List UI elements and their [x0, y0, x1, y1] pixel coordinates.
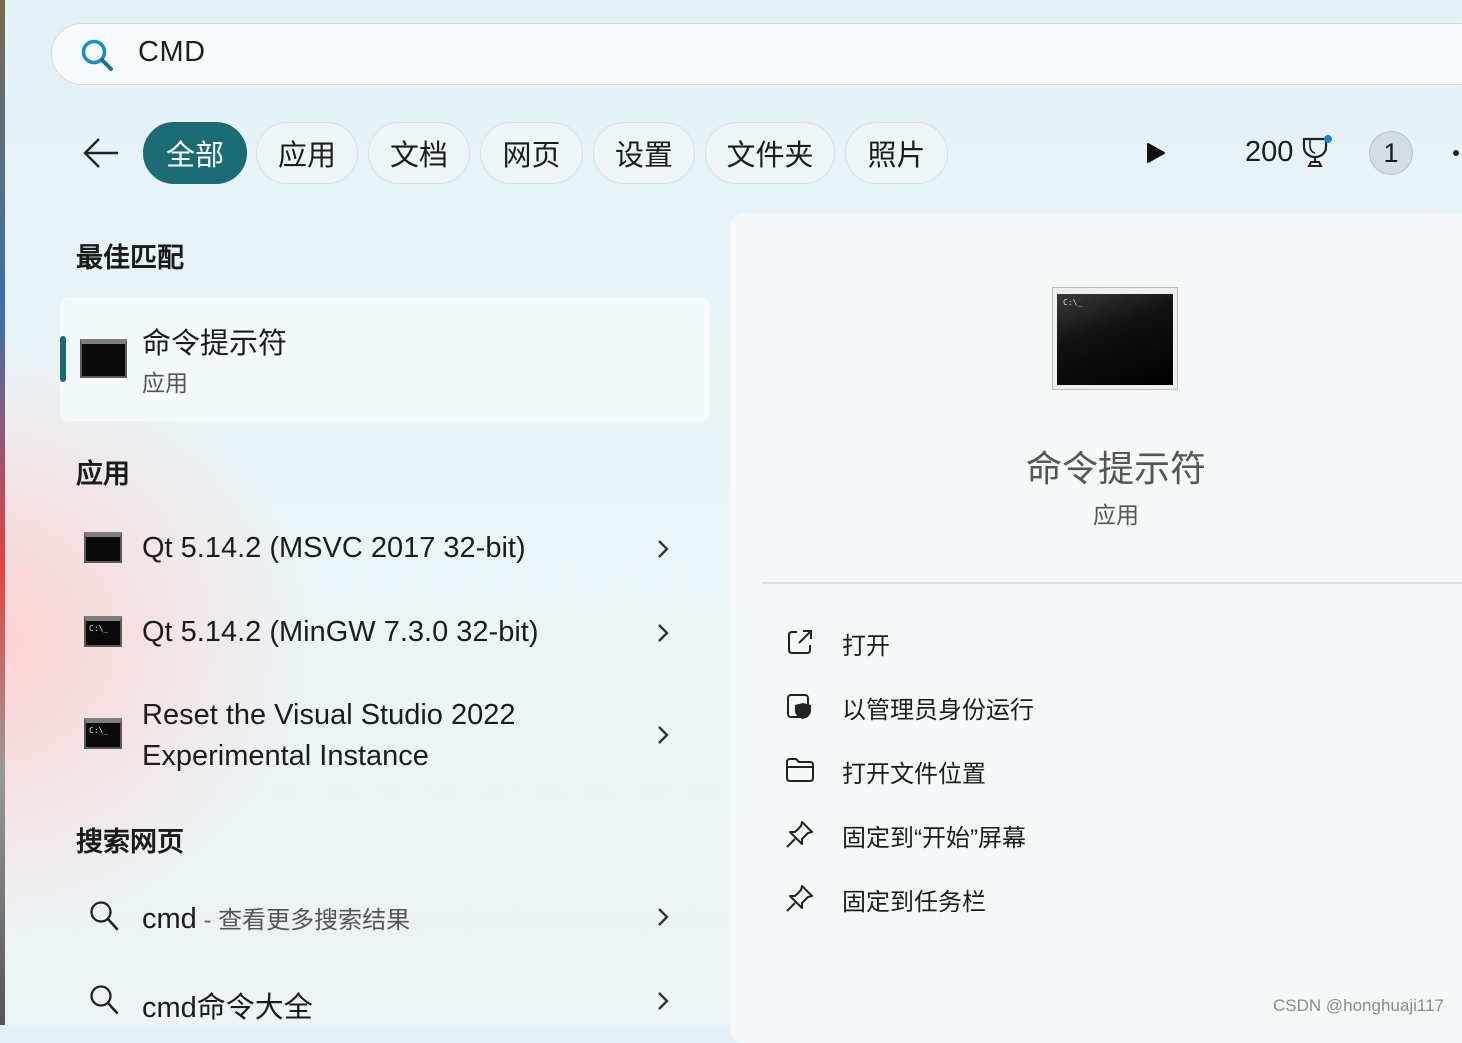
- search-input[interactable]: CMD: [138, 36, 206, 69]
- search-icon: [81, 39, 113, 71]
- web-result-hint: 查看更多搜索结果: [218, 907, 411, 934]
- action-pin-to-taskbar[interactable]: 固定到任务栏: [784, 878, 1384, 918]
- back-arrow-icon[interactable]: [82, 136, 120, 170]
- pin-icon: [786, 885, 813, 912]
- preview-subtitle: 应用: [1093, 502, 1139, 528]
- tab-photos[interactable]: 照片: [845, 122, 948, 184]
- tab-folders[interactable]: 文件夹: [705, 122, 835, 184]
- terminal-screen: C:\_: [1057, 294, 1173, 385]
- avatar[interactable]: 1: [1369, 131, 1413, 175]
- best-match-subtitle: 应用: [142, 370, 188, 396]
- chevron-right-icon[interactable]: [655, 990, 671, 1012]
- best-match-title: 命令提示符: [142, 328, 288, 360]
- vs-reset-icon: C:\_: [84, 718, 122, 749]
- web-result-query: cmd: [142, 903, 197, 935]
- web-result-separator: -: [196, 907, 219, 934]
- web-result-query: cmd命令大全: [142, 992, 313, 1024]
- action-label: 打开: [842, 633, 890, 660]
- apps-heading: 应用: [76, 459, 130, 489]
- app-item-qt-msvc[interactable]: Qt 5.14.2 (MSVC 2017 32-bit): [142, 528, 526, 568]
- qt-msvc-icon: [84, 532, 122, 563]
- more-options-icon[interactable]: [1453, 150, 1459, 156]
- tab-documents[interactable]: 文档: [368, 122, 470, 184]
- app-item-vs-reset-line2[interactable]: Experimental Instance: [142, 736, 429, 776]
- chevron-right-icon[interactable]: [655, 538, 671, 560]
- watermark: CSDN @honghuaji117: [1273, 996, 1444, 1015]
- action-run-as-admin[interactable]: 以管理员身份运行: [784, 686, 1384, 726]
- web-result-cmd-commands[interactable]: cmd命令大全: [142, 984, 313, 1026]
- chevron-right-icon[interactable]: [655, 906, 671, 928]
- chevron-right-icon[interactable]: [655, 622, 671, 644]
- play-icon[interactable]: [1146, 142, 1166, 164]
- command-prompt-icon: [80, 339, 127, 378]
- tab-all[interactable]: 全部: [143, 122, 247, 184]
- selection-indicator: [60, 336, 66, 382]
- trophy-icon[interactable]: [1299, 134, 1335, 170]
- app-item-vs-reset-line1[interactable]: Reset the Visual Studio 2022: [142, 695, 516, 735]
- desktop-edge: [0, 0, 5, 1025]
- best-match-heading: 最佳匹配: [76, 243, 184, 273]
- open-external-icon: [788, 630, 812, 654]
- pin-icon: [786, 821, 813, 848]
- rewards-points[interactable]: 200: [1245, 136, 1293, 169]
- search-box[interactable]: [51, 23, 1462, 85]
- web-result-cmd[interactable]: cmd - 查看更多搜索结果: [142, 900, 410, 936]
- tab-web[interactable]: 网页: [480, 122, 583, 184]
- search-icon: [90, 985, 119, 1015]
- prompt-glyph: C:\_: [89, 726, 109, 735]
- prompt-glyph: C:\_: [1063, 298, 1083, 307]
- admin-shield-icon: [787, 694, 811, 719]
- web-search-heading: 搜索网页: [76, 827, 184, 857]
- command-prompt-large-icon: C:\_: [1052, 287, 1178, 390]
- folder-icon: [786, 758, 814, 782]
- action-open-file-location[interactable]: 打开文件位置: [784, 750, 1384, 790]
- search-icon: [90, 901, 119, 931]
- app-item-qt-mingw[interactable]: Qt 5.14.2 (MinGW 7.3.0 32-bit): [142, 612, 538, 652]
- chevron-right-icon[interactable]: [655, 724, 671, 746]
- action-label: 固定到“开始”屏幕: [842, 825, 1026, 852]
- qt-mingw-icon: C:\_: [84, 616, 122, 647]
- action-pin-to-start[interactable]: 固定到“开始”屏幕: [784, 814, 1384, 854]
- prompt-glyph: C:\_: [89, 624, 109, 633]
- tab-apps[interactable]: 应用: [256, 122, 358, 184]
- action-label: 以管理员身份运行: [842, 697, 1034, 724]
- preview-title: 命令提示符: [1025, 448, 1206, 489]
- divider: [762, 582, 1462, 584]
- action-label: 固定到任务栏: [842, 889, 986, 916]
- tab-settings[interactable]: 设置: [593, 122, 695, 184]
- action-open[interactable]: 打开: [784, 622, 1384, 662]
- action-label: 打开文件位置: [842, 761, 986, 788]
